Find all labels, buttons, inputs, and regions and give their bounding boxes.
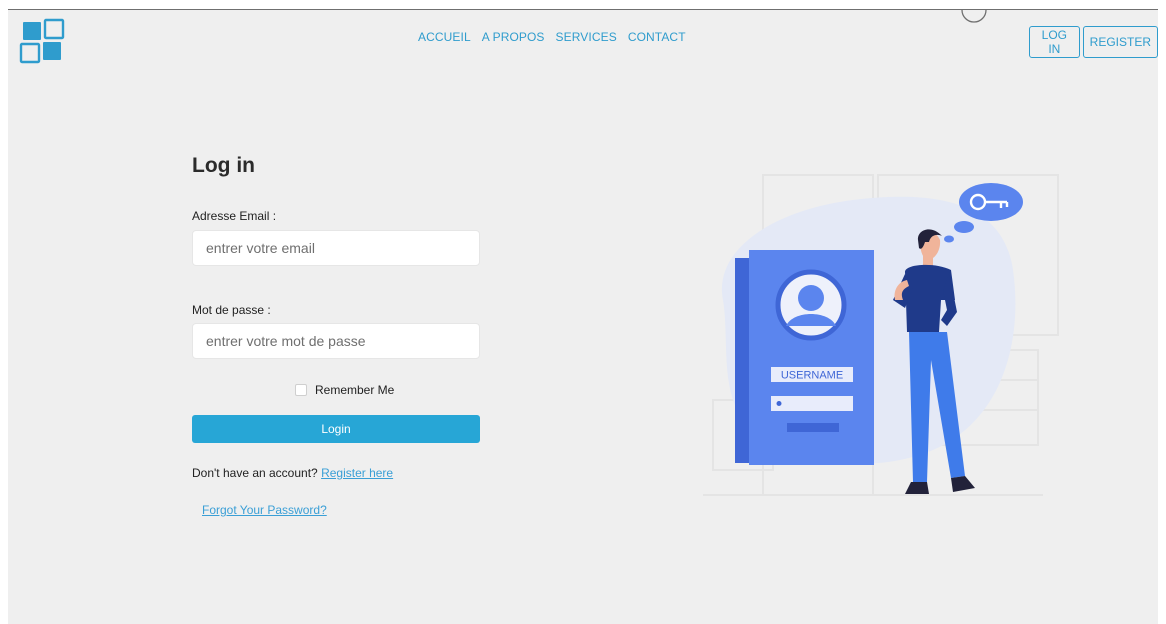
- login-button[interactable]: Login: [192, 415, 480, 443]
- page-title: Log in: [192, 154, 255, 177]
- login-illustration: USERNAME: [703, 174, 1059, 496]
- register-nav-button[interactable]: REGISTER: [1082, 26, 1158, 58]
- main-nav: ACCUEIL A PROPOS SERVICES CONTACT: [418, 30, 686, 44]
- remember-me-row: Remember Me: [295, 383, 394, 397]
- cursor-circle-icon: [961, 10, 987, 23]
- forgot-password-link[interactable]: Forgot Your Password?: [202, 503, 327, 517]
- password-label: Mot de passe :: [192, 303, 271, 317]
- auth-buttons: LOG IN REGISTER: [1029, 26, 1158, 58]
- email-field[interactable]: [192, 230, 480, 266]
- register-link[interactable]: Register here: [321, 466, 393, 480]
- card-username-label: USERNAME: [781, 370, 843, 382]
- nav-item-contact[interactable]: CONTACT: [628, 30, 686, 44]
- no-account-text: Don't have an account?: [192, 466, 318, 480]
- login-nav-button[interactable]: LOG IN: [1029, 26, 1080, 58]
- nav-item-accueil[interactable]: ACCUEIL: [418, 30, 471, 44]
- page-frame: ACCUEIL A PROPOS SERVICES CONTACT LOG IN…: [8, 10, 1158, 624]
- remember-me-checkbox[interactable]: [295, 384, 307, 396]
- brand-logo-icon[interactable]: [18, 18, 68, 68]
- nav-item-services[interactable]: SERVICES: [556, 30, 617, 44]
- email-label: Adresse Email :: [192, 209, 277, 223]
- remember-me-label: Remember Me: [315, 383, 395, 397]
- no-account-row: Don't have an account? Register here: [192, 466, 393, 480]
- password-field[interactable]: [192, 323, 480, 359]
- nav-item-a-propos[interactable]: A PROPOS: [482, 30, 545, 44]
